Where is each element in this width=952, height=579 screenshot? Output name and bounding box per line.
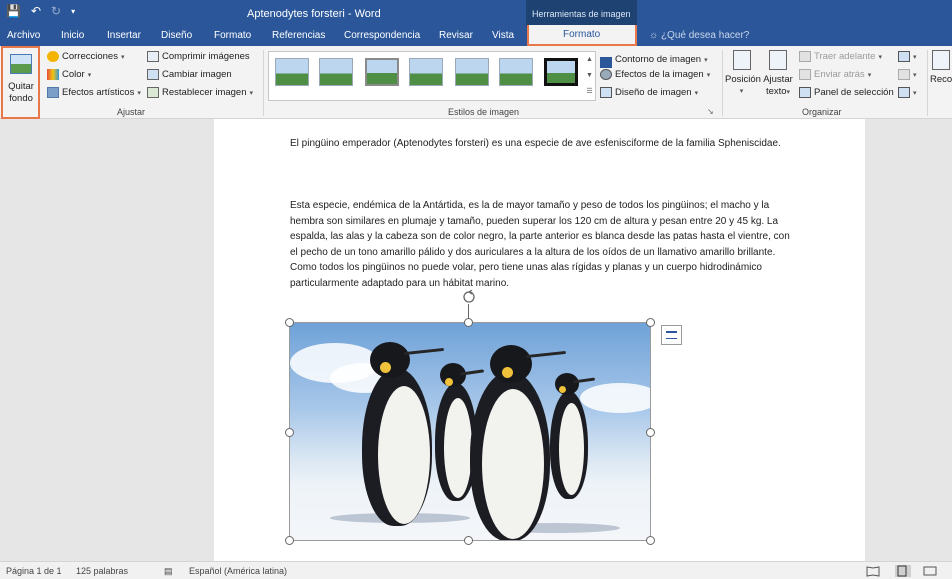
layout-options-icon bbox=[666, 331, 677, 339]
gallery-scroll[interactable]: ▲ ▼ ☰ bbox=[584, 52, 595, 100]
tab-vista[interactable]: Vista bbox=[492, 30, 514, 41]
chevron-down-icon[interactable]: ▼ bbox=[584, 68, 595, 84]
ribbon-tabs: Archivo Inicio Insertar Diseño Formato R… bbox=[0, 27, 952, 46]
chevron-up-icon[interactable]: ▲ bbox=[584, 52, 595, 68]
rotate-handle-icon[interactable] bbox=[462, 290, 476, 304]
selection-pane-button[interactable]: Panel de selección bbox=[799, 87, 894, 98]
layout-options-button[interactable] bbox=[661, 325, 682, 345]
picture-effects-icon bbox=[600, 69, 612, 80]
dialog-launcher-icon[interactable]: ↘ bbox=[707, 107, 714, 116]
send-backward-button[interactable]: Enviar atrás ▾ bbox=[799, 69, 871, 80]
remove-background-icon bbox=[10, 54, 32, 74]
title-bar: 💾 ↶ ↻ ▾ Aptenodytes forsteri - Word Herr… bbox=[0, 0, 952, 27]
group-label-ajustar: Ajustar bbox=[117, 107, 146, 117]
artistic-effects-button[interactable]: Efectos artísticos ▾ bbox=[47, 87, 141, 98]
position-icon bbox=[732, 50, 751, 70]
compress-icon bbox=[147, 51, 159, 62]
picture-style-1[interactable] bbox=[275, 58, 309, 86]
contextual-tab-group: Herramientas de imagen bbox=[526, 0, 637, 27]
picture-border-button[interactable]: Contorno de imagen ▾ bbox=[600, 51, 708, 68]
tab-formato-page[interactable]: Formato bbox=[214, 30, 251, 41]
save-icon[interactable]: 💾 bbox=[6, 4, 21, 18]
picture-style-7[interactable] bbox=[544, 58, 578, 86]
resize-handle-n[interactable] bbox=[464, 318, 473, 327]
wrap-text-icon bbox=[769, 50, 787, 70]
send-backward-icon bbox=[799, 69, 811, 80]
window-title: Aptenodytes forsteri - Word bbox=[247, 8, 381, 20]
align-button[interactable]: ▾ bbox=[898, 51, 917, 62]
web-layout-icon[interactable] bbox=[923, 565, 939, 577]
penguin-picture[interactable] bbox=[289, 322, 651, 541]
page-count[interactable]: Página 1 de 1 bbox=[6, 566, 62, 576]
change-picture-button[interactable]: Cambiar imagen bbox=[147, 69, 232, 80]
resize-handle-s[interactable] bbox=[464, 536, 473, 545]
tab-correspondencia[interactable]: Correspondencia bbox=[344, 30, 420, 41]
redo-icon[interactable]: ↻ bbox=[51, 4, 61, 18]
picture-style-6[interactable] bbox=[499, 58, 533, 86]
proofing-icon[interactable]: ▤ bbox=[164, 566, 173, 577]
picture-style-5[interactable] bbox=[455, 58, 489, 86]
penguin-front-right bbox=[460, 343, 580, 540]
picture-effects-button[interactable]: Efectos de la imagen ▾ bbox=[600, 69, 710, 80]
align-icon bbox=[898, 51, 910, 62]
tab-insertar[interactable]: Insertar bbox=[107, 30, 141, 41]
lightbulb-icon: ☼ bbox=[649, 30, 659, 41]
paragraph-2[interactable]: Esta especie, endémica de la Antártida, … bbox=[290, 198, 795, 291]
corrections-button[interactable]: Correcciones ▾ bbox=[47, 51, 124, 62]
selection-pane-icon bbox=[799, 87, 811, 98]
picture-style-4[interactable] bbox=[409, 58, 443, 86]
penguin-front-left bbox=[350, 338, 460, 528]
print-layout-icon[interactable] bbox=[895, 565, 911, 577]
read-mode-icon[interactable] bbox=[866, 565, 882, 577]
compress-pictures-button[interactable]: Comprimir imágenes bbox=[147, 51, 250, 62]
resize-handle-ne[interactable] bbox=[646, 318, 655, 327]
rotate-button[interactable]: ▾ bbox=[898, 87, 917, 98]
tab-formato-active[interactable]: Formato bbox=[527, 25, 637, 46]
group-label-organizar: Organizar bbox=[802, 107, 842, 117]
reset-picture-icon bbox=[147, 87, 159, 98]
more-icon[interactable]: ☰ bbox=[584, 84, 595, 100]
resize-handle-w[interactable] bbox=[285, 428, 294, 437]
group-icon bbox=[898, 69, 910, 80]
color-button[interactable]: Color ▾ bbox=[47, 69, 91, 80]
picture-style-2[interactable] bbox=[319, 58, 353, 86]
tab-revisar[interactable]: Revisar bbox=[439, 30, 473, 41]
resize-handle-se[interactable] bbox=[646, 536, 655, 545]
bring-forward-icon bbox=[799, 51, 811, 62]
crop-icon bbox=[932, 50, 950, 70]
tab-archivo[interactable]: Archivo bbox=[7, 30, 40, 41]
status-bar: Página 1 de 1 125 palabras ▤ Español (Am… bbox=[0, 561, 952, 579]
group-button[interactable]: ▾ bbox=[898, 69, 917, 80]
tab-diseno[interactable]: Diseño bbox=[161, 30, 192, 41]
crop-button[interactable]: Reco bbox=[930, 50, 952, 86]
paragraph-1[interactable]: El pingüino emperador (Aptenodytes forst… bbox=[290, 136, 795, 152]
picture-border-icon bbox=[600, 57, 612, 68]
picture-layout-button[interactable]: Diseño de imagen ▾ bbox=[600, 87, 698, 98]
remove-background-button[interactable]: Quitar fondo bbox=[1, 46, 40, 119]
reset-picture-button[interactable]: Restablecer imagen ▾ bbox=[147, 87, 253, 98]
corrections-icon bbox=[47, 51, 59, 62]
tell-me-search[interactable]: ☼ ¿Qué desea hacer? bbox=[649, 30, 749, 41]
undo-icon[interactable]: ↶ bbox=[31, 4, 41, 18]
bring-forward-button[interactable]: Traer adelante ▾ bbox=[799, 51, 882, 62]
position-button[interactable]: Posición ▾ bbox=[725, 50, 761, 98]
picture-layout-icon bbox=[600, 87, 612, 98]
resize-handle-sw[interactable] bbox=[285, 536, 294, 545]
customize-qat-icon[interactable]: ▾ bbox=[71, 7, 75, 16]
picture-styles-gallery bbox=[268, 51, 596, 101]
tab-inicio[interactable]: Inicio bbox=[61, 30, 84, 41]
picture-style-3[interactable] bbox=[365, 58, 399, 86]
color-icon bbox=[47, 69, 59, 80]
wrap-text-button[interactable]: Ajustar texto▾ bbox=[762, 50, 794, 99]
change-picture-icon bbox=[147, 69, 159, 80]
word-count[interactable]: 125 palabras bbox=[76, 566, 128, 576]
tab-referencias[interactable]: Referencias bbox=[272, 30, 325, 41]
group-label-estilos: Estilos de imagen bbox=[448, 107, 520, 117]
resize-handle-nw[interactable] bbox=[285, 318, 294, 327]
language-indicator[interactable]: Español (América latina) bbox=[189, 566, 287, 576]
quick-access-toolbar: 💾 ↶ ↻ ▾ bbox=[6, 4, 75, 18]
resize-handle-e[interactable] bbox=[646, 428, 655, 437]
rotate-icon bbox=[898, 87, 910, 98]
artistic-effects-icon bbox=[47, 87, 59, 98]
